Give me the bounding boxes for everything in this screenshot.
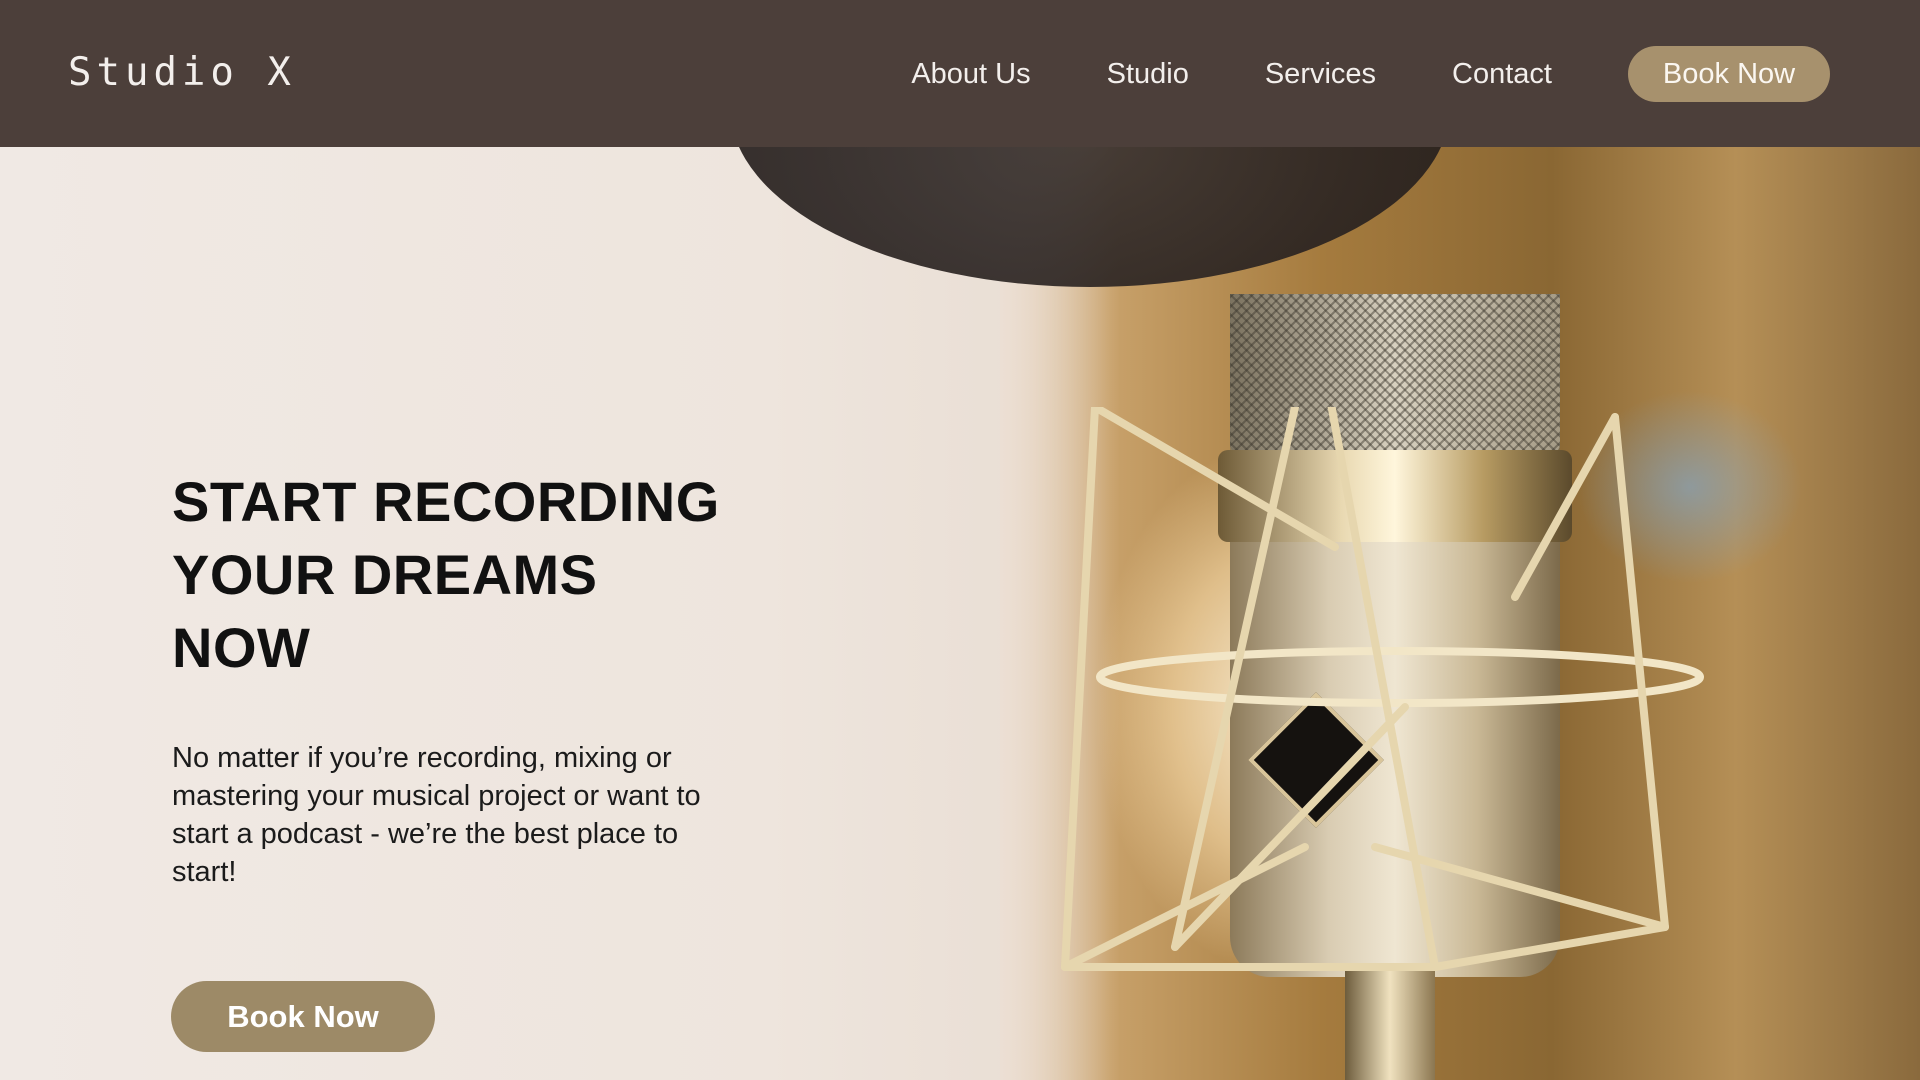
nav-about-us[interactable]: About Us xyxy=(911,58,1030,91)
hero-book-now-button[interactable]: Book Now xyxy=(171,981,435,1052)
site-logo[interactable]: Studio X xyxy=(68,50,296,95)
nav-services[interactable]: Services xyxy=(1265,58,1376,91)
header-book-now-button[interactable]: Book Now xyxy=(1628,46,1830,102)
hero-section: START RECORDING YOUR DREAMS NOW No matte… xyxy=(0,147,1920,1080)
nav-contact[interactable]: Contact xyxy=(1452,58,1552,91)
hero-headline-line-2: YOUR DREAMS xyxy=(172,543,598,606)
nav-studio[interactable]: Studio xyxy=(1107,58,1189,91)
hero-description: No matter if you’re recording, mixing or… xyxy=(172,742,701,888)
main-nav: About Us Studio Services Contact Book No… xyxy=(911,46,1830,102)
top-navigation-bar: Studio X About Us Studio Services Contac… xyxy=(0,0,1920,147)
hero-headline-line-3: NOW xyxy=(172,616,311,679)
shock-mount-icon xyxy=(1061,407,1704,971)
hero-headline: START RECORDING YOUR DREAMS NOW xyxy=(172,465,812,684)
hero-headline-line-1: START RECORDING xyxy=(172,470,720,533)
